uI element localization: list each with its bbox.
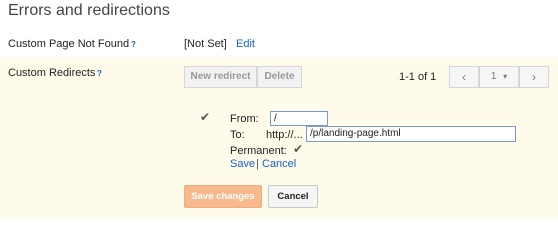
cancel-link[interactable]: Cancel [262,158,296,170]
previous-page-button[interactable]: ‹ [449,66,479,88]
custom-redirects-label: Custom Redirects [8,67,96,79]
custom-page-label: Custom Page Not Found [8,38,130,50]
chevron-down-icon: ▾ [503,72,508,81]
custom-page-row: Custom Page Not Found ? [Not Set] Edit [0,29,558,56]
next-page-button[interactable]: › [519,66,549,88]
to-input[interactable]: /p/landing-page.html [306,126,516,142]
custom-page-help-icon[interactable]: ? [131,40,136,49]
custom-redirects-help-icon[interactable]: ? [97,69,102,78]
redirect-row-checkbox[interactable]: ✔ [200,110,210,124]
chevron-right-icon: › [532,70,536,84]
chevron-left-icon: ‹ [462,70,466,84]
section-title: Errors and redirections [8,2,170,19]
save-changes-button[interactable]: Save changes [184,185,262,208]
pagination-count: 1-1 of 1 [399,71,437,83]
permanent-label: Permanent: [230,145,287,157]
edit-link[interactable]: Edit [236,38,255,50]
cancel-button[interactable]: Cancel [268,185,318,208]
permanent-checkbox[interactable]: ✔ [293,142,303,156]
new-redirect-button[interactable]: New redirect [184,66,257,88]
from-label: From: [230,113,259,125]
custom-page-value: [Not Set] [184,38,227,50]
page-select[interactable]: 1 ▾ [479,66,519,88]
page-select-value: 1 [490,71,497,82]
delete-button[interactable]: Delete [257,66,302,88]
to-prefix: http://... [266,129,303,141]
from-input[interactable]: / [270,111,328,126]
save-link[interactable]: Save [230,158,255,170]
link-separator: | [256,158,259,170]
to-label: To: [230,129,245,141]
